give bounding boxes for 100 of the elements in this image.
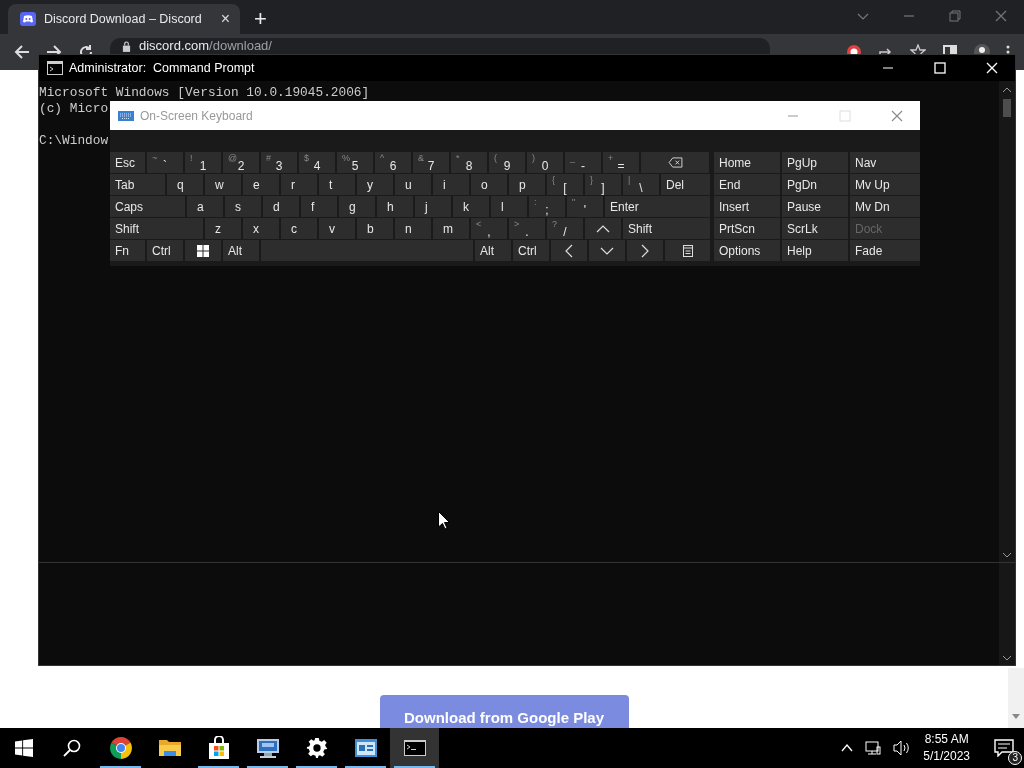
key[interactable]: ScrLk xyxy=(782,218,848,239)
key[interactable]: ) 0 xyxy=(527,152,563,173)
key[interactable]: Del xyxy=(661,174,710,195)
key[interactable]: p xyxy=(509,174,545,195)
key[interactable]: g xyxy=(339,196,375,217)
key[interactable]: + = xyxy=(603,152,639,173)
key[interactable]: Mv Up xyxy=(850,174,920,195)
key[interactable]: ~ ` xyxy=(147,152,183,173)
key[interactable]: _ - xyxy=(565,152,601,173)
key[interactable]: Options xyxy=(714,240,780,261)
key[interactable]: m xyxy=(433,218,469,239)
scrollbar[interactable] xyxy=(999,563,1015,665)
key[interactable] xyxy=(185,240,221,261)
key[interactable]: k xyxy=(453,196,489,217)
key[interactable]: > . xyxy=(509,218,545,239)
taskbar-app[interactable] xyxy=(390,728,439,768)
key[interactable]: @2 xyxy=(223,152,259,173)
key[interactable]: Nav xyxy=(850,152,920,173)
forward-arrow-icon[interactable] xyxy=(46,44,62,54)
key[interactable]: e xyxy=(243,174,279,195)
speaker-icon[interactable] xyxy=(893,740,912,756)
tab-close-button[interactable]: × xyxy=(220,10,230,28)
reload-icon[interactable] xyxy=(78,44,94,54)
scroll-up-icon[interactable] xyxy=(1002,87,1012,93)
key[interactable]: Alt xyxy=(475,240,511,261)
key[interactable]: z xyxy=(205,218,241,239)
key[interactable]: Home xyxy=(714,152,780,173)
key[interactable]: s xyxy=(225,196,261,217)
key[interactable]: c xyxy=(281,218,317,239)
restore-icon[interactable] xyxy=(949,10,961,22)
key[interactable]: a xyxy=(187,196,223,217)
key[interactable]: * 8 xyxy=(451,152,487,173)
key[interactable]: Fn xyxy=(110,240,145,261)
address-bar[interactable]: discord.com/download/ xyxy=(110,38,770,54)
scroll-thumb[interactable] xyxy=(1003,99,1011,117)
key[interactable]: Pause xyxy=(782,196,848,217)
key[interactable]: n xyxy=(395,218,431,239)
key[interactable]: Caps xyxy=(110,196,185,217)
key[interactable]: Help xyxy=(782,240,848,261)
key[interactable]: o xyxy=(471,174,507,195)
scrollbar[interactable] xyxy=(999,81,1015,562)
key[interactable]: Alt xyxy=(223,240,259,261)
scroll-down-icon[interactable] xyxy=(1012,714,1020,720)
key[interactable]: Fade xyxy=(850,240,920,261)
key[interactable]: Esc xyxy=(110,152,145,173)
key[interactable]: PgUp xyxy=(782,152,848,173)
key[interactable]: ^ 6 xyxy=(375,152,411,173)
key[interactable]: " ' xyxy=(567,196,603,217)
key[interactable]: PgDn xyxy=(782,174,848,195)
scroll-down-icon[interactable] xyxy=(1002,552,1012,558)
key[interactable]: Enter xyxy=(605,196,710,217)
key[interactable]: x xyxy=(243,218,279,239)
key[interactable]: Ctrl xyxy=(147,240,183,261)
key[interactable]: f xyxy=(301,196,337,217)
key[interactable]: Mv Dn xyxy=(850,196,920,217)
key[interactable]: < , xyxy=(471,218,507,239)
key[interactable]: { [ xyxy=(547,174,583,195)
key[interactable]: d xyxy=(263,196,299,217)
key[interactable]: v xyxy=(319,218,355,239)
key[interactable]: l xyxy=(491,196,527,217)
key[interactable]: ? / xyxy=(547,218,583,239)
side-panel-icon[interactable] xyxy=(942,44,958,54)
scroll-down-icon[interactable] xyxy=(1002,655,1012,661)
key[interactable]: Shift xyxy=(623,218,710,239)
star-icon[interactable] xyxy=(910,44,926,54)
key[interactable]: : ; xyxy=(529,196,565,217)
key[interactable]: $ 4 xyxy=(299,152,335,173)
key[interactable]: End xyxy=(714,174,780,195)
new-tab-button[interactable]: + xyxy=(254,8,267,30)
key[interactable]: } ] xyxy=(585,174,621,195)
notification-icon[interactable] xyxy=(994,739,1014,757)
clock-time[interactable]: 8:55 AM xyxy=(924,731,969,748)
key[interactable]: t xyxy=(319,174,355,195)
key[interactable]: PrtScn xyxy=(714,218,780,239)
key[interactable]: q xyxy=(167,174,203,195)
clock-date[interactable]: 5/1/2023 xyxy=(923,748,970,765)
key[interactable]: j xyxy=(415,196,451,217)
key[interactable]: h xyxy=(377,196,413,217)
key[interactable]: b xyxy=(357,218,393,239)
scrollbar[interactable] xyxy=(1008,668,1024,728)
key[interactable]: u xyxy=(395,174,431,195)
key[interactable]: Shift xyxy=(110,218,203,239)
key[interactable]: Tab xyxy=(110,174,165,195)
key[interactable] xyxy=(665,240,710,261)
key[interactable]: r xyxy=(281,174,317,195)
chevron-up-icon[interactable] xyxy=(841,744,854,752)
key[interactable]: Insert xyxy=(714,196,780,217)
key[interactable]: w xyxy=(205,174,241,195)
key[interactable]: ( 9 xyxy=(489,152,525,173)
key[interactable]: i xyxy=(433,174,469,195)
key[interactable]: Ctrl xyxy=(513,240,549,261)
back-arrow-icon[interactable] xyxy=(14,44,30,60)
key[interactable]: %5 xyxy=(337,152,373,173)
key[interactable]: y xyxy=(357,174,393,195)
network-icon[interactable] xyxy=(865,740,882,756)
key[interactable]: # 3 xyxy=(261,152,297,173)
browser-tab[interactable]: Discord Download – Discord × xyxy=(8,4,240,34)
key[interactable]: & 7 xyxy=(413,152,449,173)
key[interactable]: ! 1 xyxy=(185,152,221,173)
key[interactable]: | \ xyxy=(623,174,659,195)
